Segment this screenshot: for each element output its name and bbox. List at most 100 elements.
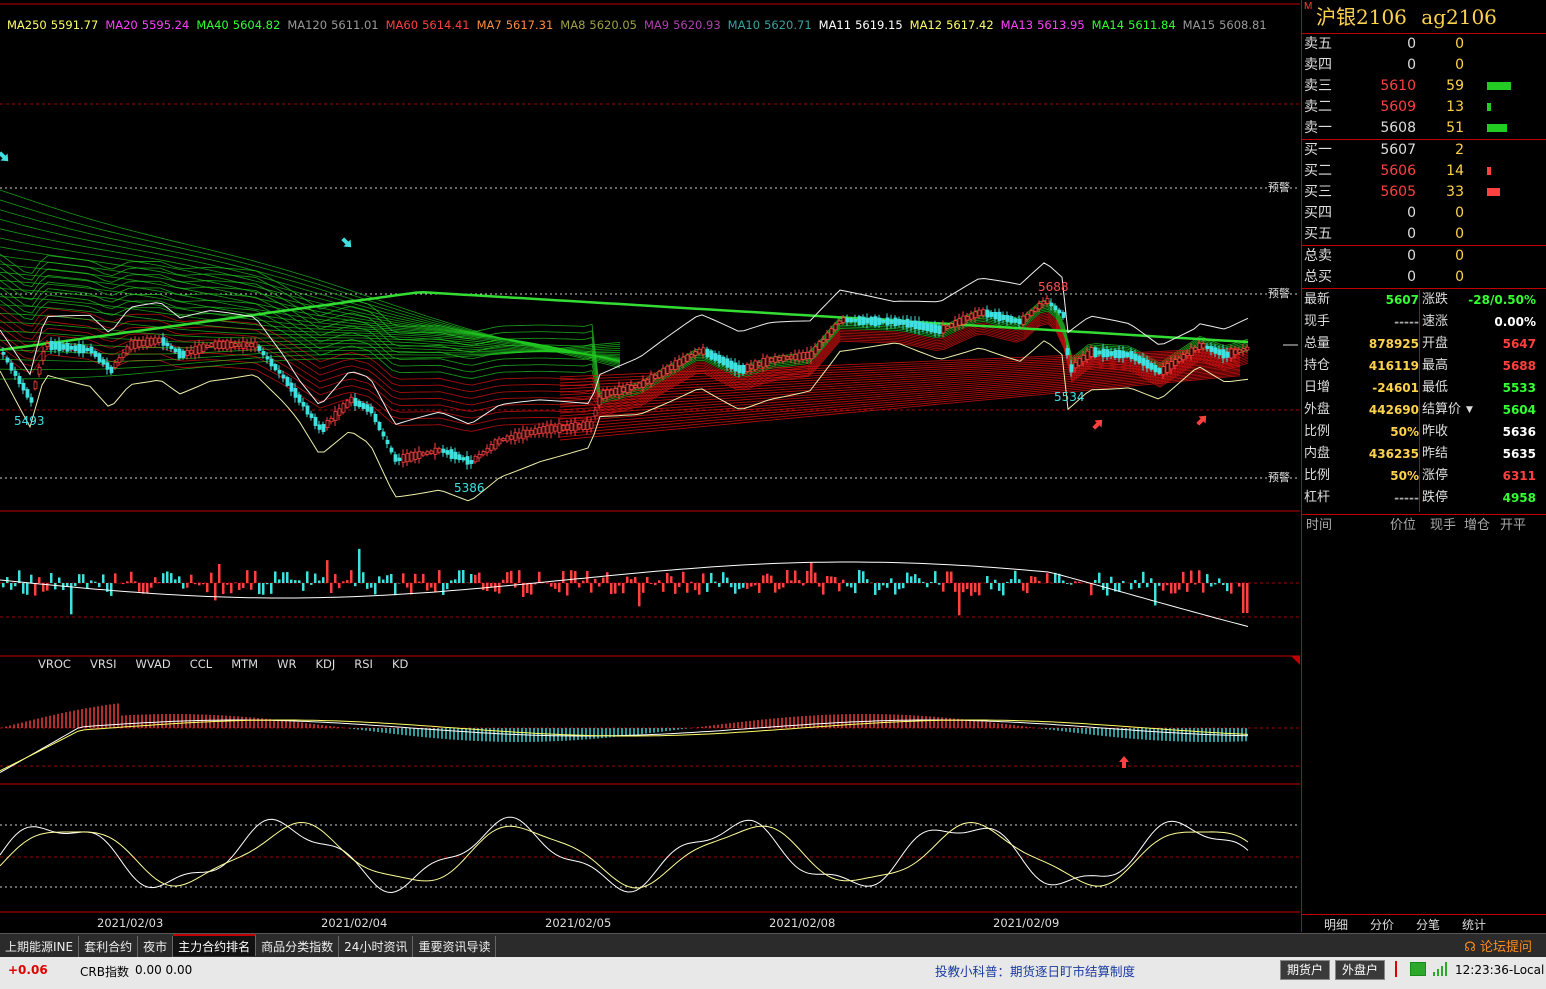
ma-value: 5617.42	[946, 18, 994, 32]
ma-value: 5591.77	[50, 18, 99, 32]
volume-histogram	[2, 548, 1249, 616]
order-volume: 2	[1455, 142, 1464, 158]
indicator-tab-vrsi[interactable]: VRSI	[90, 657, 117, 671]
order-row[interactable]: 买二 5606 14	[1302, 161, 1546, 182]
index-change: +0.06	[8, 963, 48, 977]
quote-value: 0.00%	[1494, 315, 1536, 329]
date-label: 2021/02/05	[545, 916, 612, 930]
dropdown-icon[interactable]: ▼	[1466, 399, 1473, 421]
forex-account-button[interactable]: 外盘户	[1335, 960, 1386, 980]
side-tab[interactable]: 分笔	[1416, 916, 1440, 933]
order-price: 5605	[1380, 184, 1416, 200]
ma-value: 5604.82	[232, 18, 281, 32]
side-bottom-tabs[interactable]: 明细 分价 分笔 统计	[1302, 914, 1546, 932]
order-row[interactable]: 卖二 5609 13	[1302, 97, 1546, 118]
bottom-tab[interactable]: 套利合约	[79, 936, 139, 958]
ma-item-ma40: MA40	[196, 18, 229, 32]
order-row[interactable]: 卖四 0 0	[1302, 55, 1546, 76]
indicator-tab-wr[interactable]: WR	[277, 657, 296, 671]
order-row[interactable]: 买五 0 0	[1302, 224, 1546, 245]
volume-bar	[1487, 167, 1491, 175]
forum-button[interactable]: ☊ 论坛提问	[1464, 936, 1532, 955]
indicator-tabs[interactable]: VROC VRSI WVAD CCL MTM WR KDJ RSI KD	[38, 657, 427, 673]
quote-label: 涨跌	[1422, 292, 1449, 307]
crb-label: CRB指数	[80, 965, 129, 979]
indicator-tab-mtm[interactable]: MTM	[231, 657, 258, 671]
order-volume: 0	[1455, 57, 1464, 73]
order-row[interactable]: 买一 5607 2	[1302, 140, 1546, 161]
ma-value: 5611.01	[331, 18, 379, 32]
quote-label: 比例	[1304, 424, 1331, 439]
chart-area[interactable]: 预警 预警 预警 5493 5386 5688 5534 MA250 5591.77 MA20 5…	[0, 0, 1300, 932]
quote-label: 开盘	[1422, 336, 1449, 351]
volume-bar	[1487, 188, 1500, 196]
order-price: 0	[1407, 248, 1416, 264]
indicator-tab-kd[interactable]: KD	[392, 657, 408, 671]
order-row[interactable]: 卖三 5610 59	[1302, 76, 1546, 97]
bottom-tab[interactable]: 商品分类指数	[256, 936, 340, 958]
order-row[interactable]: 总卖 0 0	[1302, 246, 1546, 267]
kdj-line	[0, 821, 1249, 889]
signal-arrow-icon	[0, 151, 9, 162]
quote-label: 跌停	[1422, 490, 1449, 505]
ma-value: 5608.81	[1219, 18, 1267, 32]
ma-item-ma12: MA12	[909, 18, 943, 32]
quote-row: 总量 878925 开盘 5647	[1302, 333, 1546, 355]
tick-header: 时间 价位 现手 增仓 开平	[1302, 514, 1546, 536]
quote-value: 4958	[1502, 491, 1536, 505]
quote-panel: M 沪银2106 ag2106 卖五 0 0 卖四 0 0 卖三 5610 59 卖二 5609 13…	[1301, 0, 1546, 932]
quote-label: 内盘	[1304, 446, 1331, 461]
order-level-label: 买三	[1304, 184, 1332, 200]
bottom-tab[interactable]: 重要资讯导读	[413, 936, 497, 958]
bottom-tab[interactable]: 主力合约排名	[173, 934, 257, 956]
quote-value: 6311	[1502, 469, 1536, 483]
order-price: 5606	[1380, 163, 1416, 179]
indicator-tab-vroc[interactable]: VROC	[38, 657, 71, 671]
kline-chart[interactable]: 预警预警预警5493538656885534	[0, 0, 1300, 932]
ma-value: 5613.95	[1037, 18, 1085, 32]
signal-arrow-icon	[341, 237, 352, 248]
tick-column-header: 现手	[1430, 518, 1457, 533]
quote-label: 总量	[1304, 336, 1331, 351]
clock: 12:23:36-Local	[1455, 963, 1545, 977]
notice-link[interactable]: 投教小科普：期货逐日盯市结算制度	[935, 961, 1135, 980]
ma-legend: MA250 5591.77 MA20 5595.24 MA40 5604.82 MA120 5…	[0, 18, 1300, 40]
order-book-sell: 卖五 0 0 卖四 0 0 卖三 5610 59 卖二 5609 13 卖一 5608 51	[1302, 34, 1546, 140]
ma-value: 5620.93	[673, 18, 721, 32]
ma-item-ma120: MA120	[287, 18, 328, 32]
bottom-tab[interactable]: 24小时资讯	[339, 936, 414, 958]
quote-value: 50%	[1390, 425, 1419, 439]
bottom-tab[interactable]: 上期能源INE	[0, 936, 80, 958]
signal-bars-icon	[1433, 962, 1447, 976]
bottom-tab[interactable]: 夜市	[138, 936, 174, 958]
order-level-label: 卖一	[1304, 120, 1332, 136]
order-row[interactable]: 卖五 0 0	[1302, 34, 1546, 55]
indicator-tab-kdj[interactable]: KDJ	[315, 657, 335, 671]
indicator-tab-wvad[interactable]: WVAD	[136, 657, 171, 671]
quote-label: 现手	[1304, 314, 1331, 329]
order-row[interactable]: 买四 0 0	[1302, 203, 1546, 224]
order-row[interactable]: 买三 5605 33	[1302, 182, 1546, 203]
order-price: 0	[1407, 57, 1416, 73]
order-level-label: 卖三	[1304, 78, 1332, 94]
indicator-tab-rsi[interactable]: RSI	[354, 657, 373, 671]
side-tab[interactable]: 统计	[1462, 916, 1486, 933]
side-tab[interactable]: 分价	[1370, 916, 1394, 933]
futures-account-button[interactable]: 期货户	[1280, 960, 1331, 980]
ma-item-ma10: MA10	[727, 18, 761, 32]
quote-row: 杠杆 ----- 跌停 4958	[1302, 487, 1546, 509]
quote-label: 昨结	[1422, 446, 1449, 461]
forum-label: 论坛提问	[1479, 940, 1532, 955]
indicator-tab-ccl[interactable]: CCL	[190, 657, 212, 671]
date-label: 2021/02/09	[993, 916, 1060, 930]
order-volume: 51	[1446, 120, 1464, 136]
quote-value: -28/0.50%	[1468, 293, 1536, 307]
ma-item-ma14: MA14	[1091, 18, 1125, 32]
order-book-buy: 买一 5607 2 买二 5606 14 买三 5605 33 买四 0 0 买五 0 0	[1302, 140, 1546, 246]
side-tab[interactable]: 明细	[1324, 916, 1348, 933]
quote-value: 5636	[1502, 425, 1536, 439]
order-row[interactable]: 总买 0 0	[1302, 267, 1546, 288]
order-row[interactable]: 卖一 5608 51	[1302, 118, 1546, 139]
order-volume: 33	[1446, 184, 1464, 200]
order-level-label: 卖二	[1304, 99, 1332, 115]
